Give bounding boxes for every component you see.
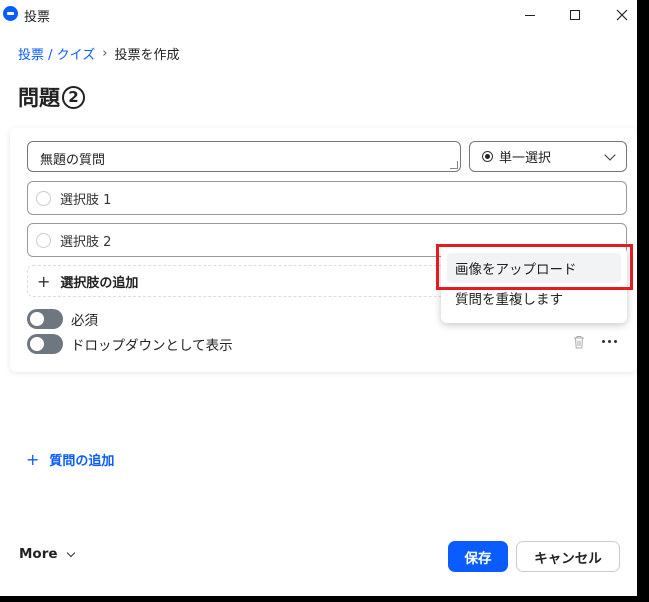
more-options-icon[interactable] [602,340,617,343]
breadcrumb-current: 投票を作成 [114,48,180,63]
add-option-label: 選択肢の追加 [60,275,139,291]
minimize-icon [525,14,535,16]
plus-icon: + [26,450,40,469]
question-title-input[interactable]: 無題の質問 [27,141,461,172]
chevron-down-icon [66,548,75,557]
trash-icon[interactable] [573,335,585,349]
add-question-label: 質問の追加 [49,454,115,469]
option-label: 選択肢 2 [60,234,112,250]
chevron-down-icon [604,149,616,161]
question-number-badge: 2 [62,85,85,109]
breadcrumb-parent-link[interactable]: 投票 / クイズ [18,44,95,63]
close-button[interactable] [599,0,645,30]
maximize-icon [570,10,580,20]
dropdown-toggle-row: ドロップダウンとして表示 [27,334,233,354]
save-button[interactable]: 保存 [448,541,508,572]
more-button[interactable]: More [19,546,75,562]
radio-empty-icon [36,190,51,206]
breadcrumb-separator: › [102,46,108,61]
add-option-button[interactable]: + 選択肢の追加 [27,265,447,297]
question-type-select[interactable]: 単一選択 [469,141,627,172]
radio-selected-icon [482,151,493,162]
close-icon [616,9,628,21]
required-toggle[interactable] [27,309,63,329]
question-type-label: 単一選択 [499,151,552,166]
required-toggle-row: 必須 [27,309,98,329]
resize-handle-icon[interactable] [450,161,458,169]
plus-icon: + [37,271,51,291]
minimize-button[interactable] [507,0,553,30]
title-bar: 投票 [0,0,637,30]
page-title-text: 問題 [18,86,60,110]
maximize-button[interactable] [552,0,598,30]
option-label: 選択肢 1 [60,192,112,208]
zoom-app-icon [3,6,18,21]
breadcrumb: 投票 / クイズ › 投票を作成 [18,44,179,63]
cancel-button[interactable]: キャンセル [516,541,620,572]
option-input-1[interactable]: 選択肢 1 [27,181,627,215]
question-title-value: 無題の質問 [40,153,106,168]
window-title: 投票 [24,10,51,25]
dropdown-label: ドロップダウンとして表示 [71,338,233,354]
highlight-annotation [436,244,633,290]
dropdown-toggle[interactable] [27,334,63,354]
page-title: 問題 2 [18,82,85,112]
poll-window: 投票 投票 / クイズ › 投票を作成 問題 2 無題の質問 単一選択 選択肢 … [0,0,637,596]
more-label: More [19,546,58,562]
add-question-button[interactable]: + 質問の追加 [26,450,114,469]
radio-empty-icon [36,232,51,248]
required-label: 必須 [71,313,98,329]
